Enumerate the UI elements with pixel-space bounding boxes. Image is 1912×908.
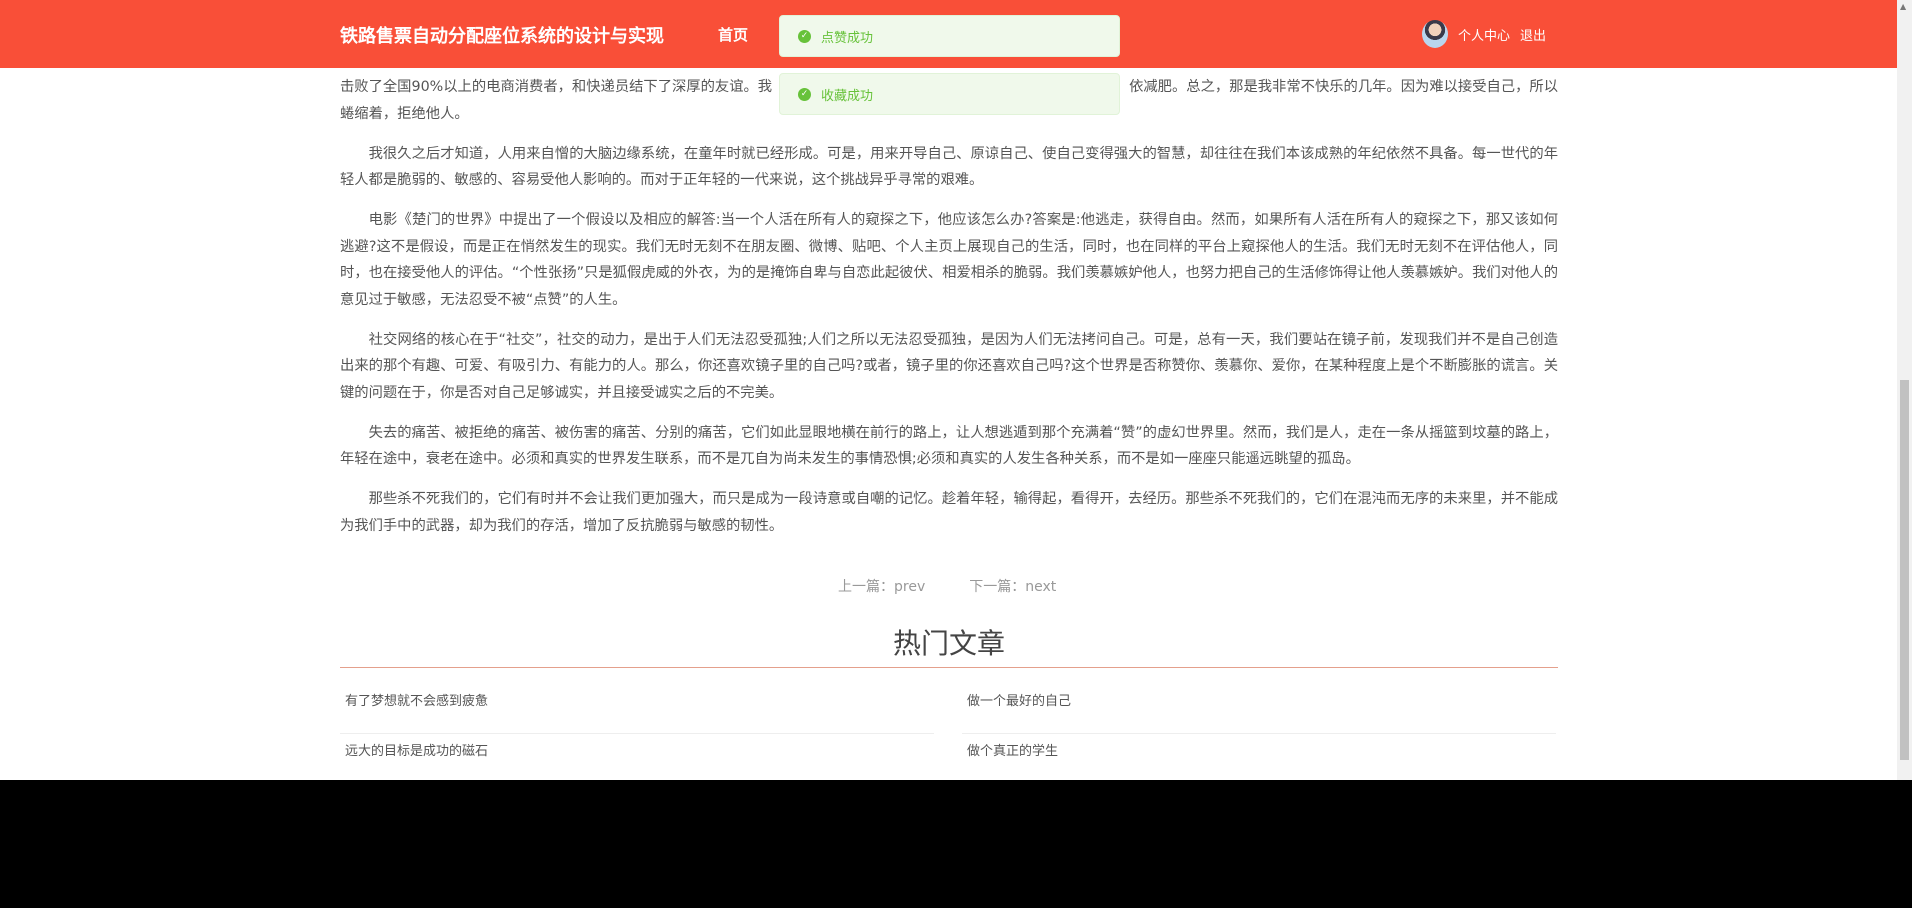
paragraph: 我很久之后才知道，人用来自憎的大脑边缘系统，在童年时就已经形成。可是，用来开导自… — [340, 145, 1558, 189]
page: 铁路售票自动分配座位系统的设计与实现 首页 个人中心 退出 击败了全国90%以上… — [0, 0, 1912, 780]
check-circle-icon: ✓ — [798, 29, 811, 43]
check-circle-icon: ✓ — [798, 87, 811, 101]
hot-article-item[interactable]: 远大的目标是成功的磁石 — [340, 734, 934, 780]
scrollbar[interactable]: ▲ — [1897, 0, 1912, 780]
paragraph: 失去的痛苦、被拒绝的痛苦、被伤害的痛苦、分别的痛苦，它们如此显眼地横在前行的路上… — [340, 424, 1558, 468]
paragraph: 电影《楚门的世界》中提出了一个假设以及相应的解答:当一个人活在所有人的窥探之下，… — [340, 212, 1558, 308]
scroll-up-icon[interactable]: ▲ — [1900, 2, 1906, 11]
prev-link[interactable]: 上一篇：prev — [838, 576, 925, 596]
hot-article-item[interactable]: 做个真正的学生 — [962, 734, 1556, 780]
paragraph: 社交网络的核心在于“社交”，社交的动力，是出于人们无法忍受孤独;人们之所以无法忍… — [340, 331, 1558, 401]
pager: 上一篇：prev 下一篇：next — [838, 576, 1056, 596]
text: 击败了全国90%以上的电商消费者，和快递员结下了深厚的友谊。我 — [340, 79, 773, 95]
like-success-toast: ✓ 点赞成功 — [779, 15, 1120, 57]
toast-message: 点赞成功 — [821, 30, 874, 46]
next-link[interactable]: 下一篇：next — [969, 576, 1056, 596]
hot-articles-title: 热门文章 — [892, 627, 1005, 660]
toast-message: 收藏成功 — [821, 88, 874, 104]
logout-link[interactable]: 退出 — [1520, 25, 1546, 44]
paragraph: 那些杀不死我们的，它们有时并不会让我们更加强大，而只是成为一段诗意或自嘲的记忆。… — [340, 491, 1558, 534]
text: 蜷缩着，拒绝他人。 — [340, 105, 469, 122]
favorite-success-toast: ✓ 收藏成功 — [779, 73, 1120, 115]
site-title[interactable]: 铁路售票自动分配座位系统的设计与实现 — [340, 22, 664, 48]
text: 依减肥。总之，那是我非常不快乐的几年。因为难以接受自己，所以 — [1129, 79, 1558, 95]
scrollbar-thumb[interactable] — [1900, 380, 1909, 760]
avatar[interactable] — [1422, 20, 1448, 48]
article-body: 击败了全国90%以上的电商消费者，和快递员结下了深厚的友谊。我 依减肥。总之，那是… — [340, 74, 1558, 553]
nav-home[interactable]: 首页 — [718, 24, 748, 45]
divider — [340, 667, 1558, 668]
hot-article-item[interactable]: 做一个最好的自己 — [962, 684, 1556, 734]
user-menu: 个人中心 退出 — [1422, 20, 1546, 48]
hot-article-item[interactable]: 有了梦想就不会感到疲惫 — [340, 684, 934, 734]
profile-link[interactable]: 个人中心 — [1458, 25, 1510, 44]
